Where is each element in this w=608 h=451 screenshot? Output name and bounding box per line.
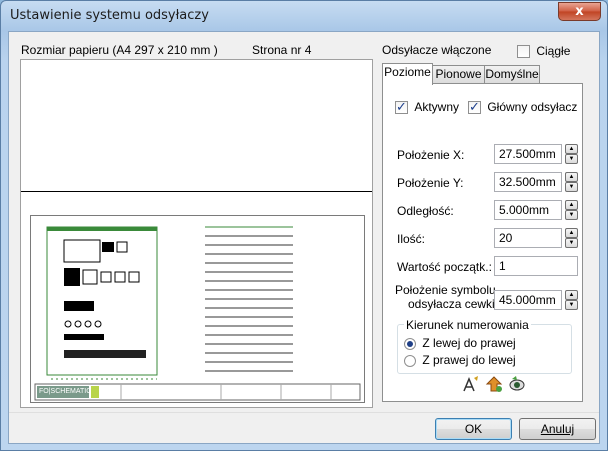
symbol-pos-input[interactable]: 45.000mm [494,290,562,310]
spin-up-icon[interactable]: ▲ [565,144,578,154]
ok-button[interactable]: OK [435,418,512,440]
spin-down-icon[interactable]: ▼ [565,182,578,192]
tab-default[interactable]: Domyślne [484,65,540,83]
start-value-label: Wartość początk.: [397,260,492,274]
main-ref-checkbox-label: Główny odsyłacz [487,100,578,114]
references-enabled-label: Odsyłacze włączone [382,43,492,57]
main-ref-checkbox[interactable]: Główny odsyłacz [468,99,578,115]
sheet-thumbnail: FO|SCHEMATIC [30,215,365,403]
paper-size-label: Rozmiar papieru (A4 297 x 210 mm ) [21,43,218,57]
radio-right-to-left-label: Z prawej do lewej [422,353,516,367]
spin-down-icon[interactable]: ▼ [565,210,578,220]
close-icon: x [575,4,584,19]
spin-down-icon[interactable]: ▼ [565,238,578,248]
continuous-checkbox-label: Ciągłe [536,44,571,58]
continuous-checkbox-box[interactable] [517,45,530,59]
symbol-pos-value: 45.000mm [499,293,556,307]
pos-x-label: Położenie X: [397,148,465,162]
view-eye-icon[interactable] [508,375,526,393]
cancel-button-label: Anuluj [540,422,575,436]
radio-left-to-right-dot[interactable] [404,337,416,350]
text-style-icon[interactable] [462,375,480,393]
pos-x-input[interactable]: 27.500mm [494,144,562,164]
pos-y-input[interactable]: 32.500mm [494,172,562,192]
start-value-input[interactable]: 1 [494,256,578,276]
radio-left-to-right[interactable]: Z lewej do prawej [404,336,516,350]
move-up-icon[interactable] [485,375,503,393]
ok-button-label: OK [464,422,483,436]
spin-up-icon[interactable]: ▲ [565,200,578,210]
tab-panel-horizontal: Aktywny Główny odsyłacz Położenie X: 27.… [382,83,583,402]
active-checkbox-box[interactable] [395,99,408,115]
close-button[interactable]: x [558,2,601,21]
symbol-pos-spinner[interactable]: ▲ ▼ [565,290,578,310]
numbering-direction-title: Kierunek numerowania [404,318,531,332]
spin-up-icon[interactable]: ▲ [565,172,578,182]
dialog-window: Ustawienie systemu odsyłaczy x Rozmiar p… [0,0,608,451]
count-label: Ilość: [397,232,426,246]
page-number-label: Strona nr 4 [252,43,312,57]
count-value: 20 [499,231,513,245]
tab-horizontal[interactable]: Poziome [382,63,433,85]
symbol-pos-label-line1: Położenie symbolu [395,283,496,297]
numbering-direction-group: Kierunek numerowania Z lewej do prawej Z… [397,318,572,374]
cancel-button[interactable]: Anuluj [519,418,596,440]
start-value-value: 1 [499,259,506,273]
preview-separator [21,191,372,192]
page-preview: FO|SCHEMATIC [20,59,373,408]
main-ref-checkbox-box[interactable] [468,99,481,115]
symbol-pos-label-line2: odsyłacza cewki [408,297,495,311]
tab-vertical-label: Pionowe [435,67,482,81]
distance-spinner[interactable]: ▲ ▼ [565,200,578,220]
count-spinner[interactable]: ▲ ▼ [565,228,578,248]
pos-x-spinner[interactable]: ▲ ▼ [565,144,578,164]
spin-down-icon[interactable]: ▼ [565,154,578,164]
title-bar[interactable]: Ustawienie systemu odsyłaczy x [1,1,607,31]
radio-left-to-right-label: Z lewej do prawej [422,336,516,350]
spin-up-icon[interactable]: ▲ [565,228,578,238]
radio-right-to-left-dot[interactable] [404,354,416,367]
logo-text: FO|SCHEMATIC [39,388,92,395]
radio-right-to-left[interactable]: Z prawej do lewej [404,353,516,367]
count-input[interactable]: 20 [494,228,562,248]
pos-y-label: Położenie Y: [397,176,464,190]
tab-default-label: Domyślne [485,67,539,81]
distance-input[interactable]: 5.000mm [494,200,562,220]
spin-up-icon[interactable]: ▲ [565,290,578,300]
tab-horizontal-label: Poziome [384,65,431,79]
tab-vertical[interactable]: Pionowe [432,65,485,83]
active-checkbox[interactable]: Aktywny [395,99,460,115]
distance-value: 5.000mm [499,203,550,217]
button-bar: OK Anuluj [9,412,599,443]
window-title: Ustawienie systemu odsyłaczy [10,8,209,23]
continuous-checkbox[interactable]: Ciągłe [517,44,571,59]
active-checkbox-label: Aktywny [414,100,460,114]
dialog-client: Rozmiar papieru (A4 297 x 210 mm ) Stron… [8,31,600,444]
pos-y-spinner[interactable]: ▲ ▼ [565,172,578,192]
sheet-drawing [34,226,361,401]
pos-y-value: 32.500mm [499,175,556,189]
distance-label: Odległość: [397,204,454,218]
pos-x-value: 27.500mm [499,147,556,161]
spin-down-icon[interactable]: ▼ [565,300,578,310]
